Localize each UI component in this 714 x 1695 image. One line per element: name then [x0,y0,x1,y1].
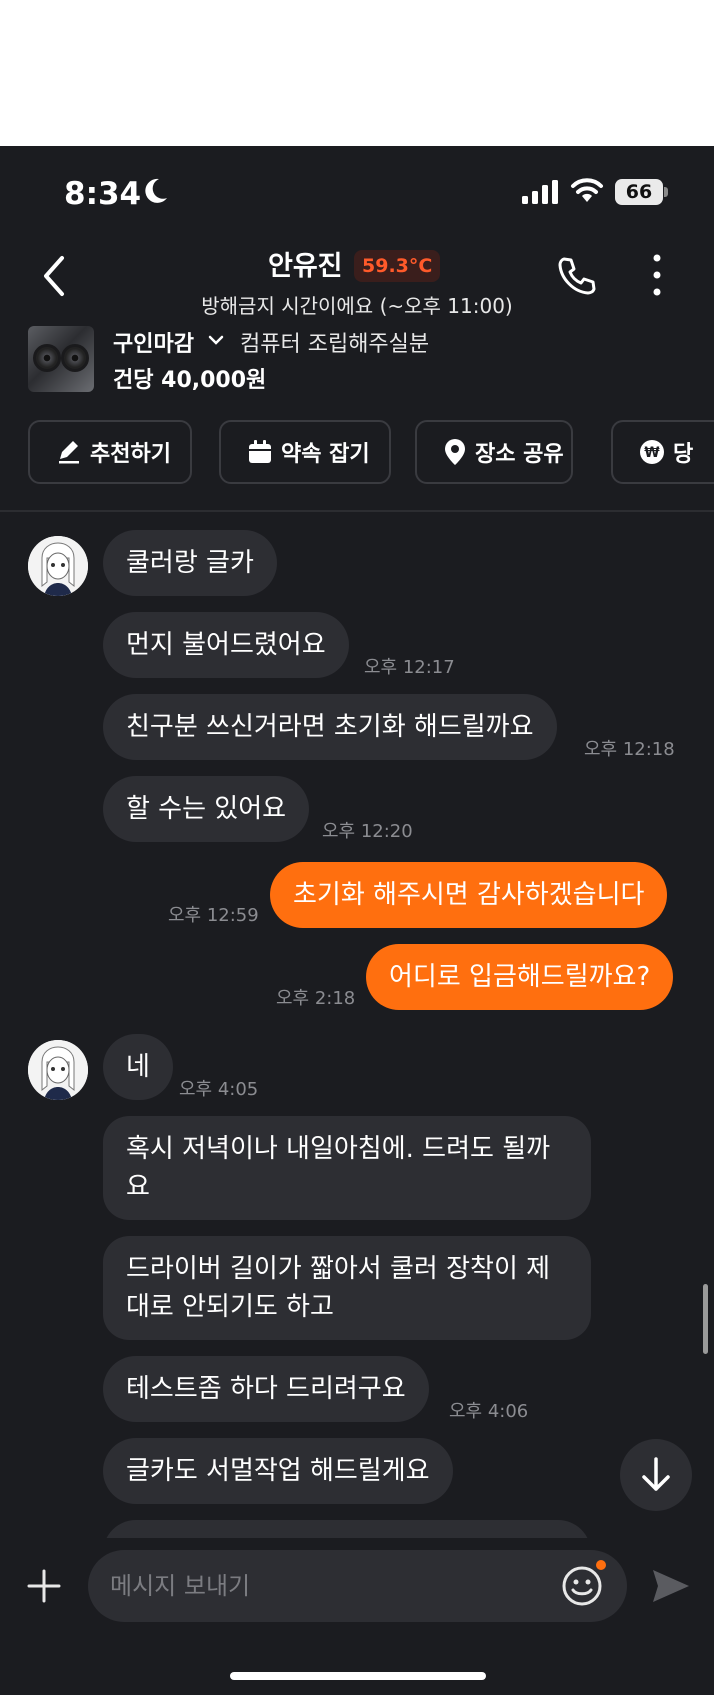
quick-actions: 추천하기 약속 잡기 장소 공유 ₩ 당 [28,420,714,486]
status-time: 8:34 [64,176,142,212]
home-indicator [230,1672,486,1680]
cellular-signal-icon [522,180,558,204]
incoming-message[interactable]: 먼지 불어드렸어요 [103,612,349,678]
avatar[interactable] [28,536,88,596]
incoming-message[interactable]: 네 [103,1034,173,1100]
message-timestamp: 오후 12:59 [168,905,259,926]
incoming-message[interactable]: 쿨러랑 글카 [103,530,277,596]
share-location-button[interactable]: 장소 공유 [415,420,573,484]
contact-name: 안유진 [268,251,343,282]
message-input[interactable] [88,1550,627,1622]
manner-temperature-badge[interactable]: 59.3°C [354,250,441,282]
calendar-icon [249,440,271,463]
composer-bar [0,1538,714,1695]
incoming-message[interactable]: 혹시 저녁이나 내일아침에. 드려도 될까요 [103,1116,591,1220]
message-timestamp: 오후 12:17 [364,657,455,678]
scroll-to-bottom-button[interactable] [620,1439,692,1511]
moon-icon [145,178,167,203]
message-timestamp: 오후 4:05 [179,1079,259,1100]
arrow-down-icon [642,1457,670,1491]
recommend-label: 추천하기 [90,442,171,467]
chevron-down-icon[interactable] [208,334,224,346]
product-status[interactable]: 구인마감 [113,326,194,358]
emoji-icon[interactable] [560,1564,604,1608]
location-pin-icon [445,439,465,465]
share-location-label: 장소 공유 [475,442,564,467]
incoming-message[interactable]: 친구분 쓰신거라면 초기화 해드릴까요 [103,694,557,760]
pay-button[interactable]: ₩ 당 [611,420,714,484]
message-timestamp: 오후 4:06 [449,1401,529,1422]
more-options-icon[interactable] [650,252,664,298]
notification-dot [596,1560,606,1570]
make-appointment-button[interactable]: 약속 잡기 [219,420,391,484]
scrollbar-thumb[interactable] [703,1284,708,1354]
svg-text:₩: ₩ [644,445,660,461]
gpu-fan-left [33,344,61,372]
pencil-icon [59,441,79,464]
product-summary[interactable]: 구인마감 컴퓨터 조립해주실분 건당 40,000원 [0,320,714,402]
avatar-illustration [28,1040,88,1100]
message-timestamp: 오후 2:18 [276,988,356,1009]
outgoing-message[interactable]: 초기화 해주시면 감사하겠습니다 [270,862,668,928]
incoming-message[interactable]: 할 수는 있어요 [103,776,310,842]
send-icon[interactable] [650,1566,692,1606]
battery-tip [664,187,668,197]
avatar[interactable] [28,1040,88,1100]
product-title: 컴퓨터 조립해주실분 [240,332,430,357]
avatar-illustration [28,536,88,596]
product-price: 건당 40,000원 [113,368,267,393]
product-thumbnail [28,326,94,392]
gpu-fan-right [61,344,89,372]
plus-icon[interactable] [26,1568,62,1604]
message-timestamp: 오후 12:20 [322,821,413,842]
won-coin-icon: ₩ [640,440,664,464]
incoming-message[interactable]: 테스트좀 하다 드리려구요 [103,1356,429,1422]
battery-indicator: 66 [615,179,663,205]
pay-label: 당 [673,442,694,467]
phone-call-icon[interactable] [555,254,599,298]
message-timestamp: 오후 12:18 [584,739,675,760]
incoming-message[interactable]: 드라이버 길이가 짧아서 쿨러 장착이 제대로 안되기도 하고 [103,1236,591,1340]
chat-header: 안유진 59.3°C 방해금지 시간이에요 (~오후 11:00) [0,238,714,318]
chat-screen: 8:34 66 안유진 59.3°C 방해금지 시간이에요 (~오후 11:00… [0,146,714,1695]
make-appointment-label: 약속 잡기 [281,442,370,467]
incoming-message[interactable]: 글카도 서멀작업 해드릴게요 [103,1438,453,1504]
recommend-button[interactable]: 추천하기 [28,420,192,484]
outgoing-message[interactable]: 어디로 입금해드릴까요? [366,944,674,1010]
wifi-icon [571,178,603,202]
status-bar: 8:34 66 [0,146,714,238]
do-not-disturb-notice: 방해금지 시간이에요 (~오후 11:00) [201,294,513,318]
message-list[interactable]: 쿨러랑 글카 먼지 불어드렸어요 오후 12:17 친구분 쓰신거라면 초기화 … [0,512,714,1552]
